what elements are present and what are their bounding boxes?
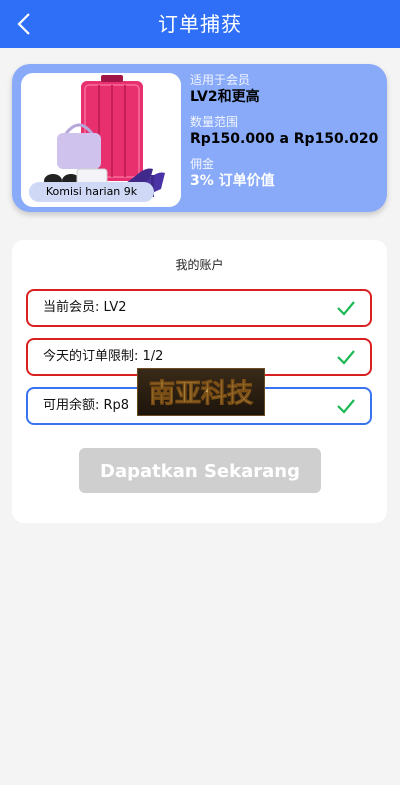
check-icon: [337, 350, 355, 365]
top-bar: 订单捕获: [0, 0, 400, 48]
account-title: 我的账户: [175, 258, 224, 272]
membership-value: LV2和更高: [190, 89, 260, 105]
commission-value: 3% 订单价值: [190, 173, 275, 189]
get-now-button[interactable]: Dapatkan Sekarang: [79, 448, 321, 493]
page-title: 订单捕获: [158, 12, 242, 36]
order-limit-text: 今天的订单限制: 1/2: [43, 349, 164, 364]
membership-label: 适用于会员: [190, 73, 251, 87]
svg-text:南亚科技: 南亚科技: [149, 379, 253, 409]
range-value: Rp150.000 a Rp150.020: [190, 131, 379, 147]
product-image: Komisi harian 9k: [21, 73, 181, 207]
range-label: 数量范围: [190, 115, 239, 129]
product-info: 适用于会员 LV2和更高 数量范围 Rp150.000 a Rp150.020 …: [190, 72, 380, 191]
commission-label: 佣金: [190, 157, 215, 171]
check-icon: [337, 399, 355, 414]
member-level-text: 当前会员: LV2: [43, 300, 127, 315]
check-icon: [337, 301, 355, 316]
commission-tag: Komisi harian 9k: [29, 182, 154, 202]
balance-text: 可用余额: Rp8: [43, 398, 130, 413]
member-level-field: 当前会员: LV2: [26, 289, 372, 327]
product-card: Komisi harian 9k 适用于会员 LV2和更高 数量范围 Rp150…: [12, 64, 387, 212]
watermark-logo: 南亚科技: [137, 368, 265, 416]
